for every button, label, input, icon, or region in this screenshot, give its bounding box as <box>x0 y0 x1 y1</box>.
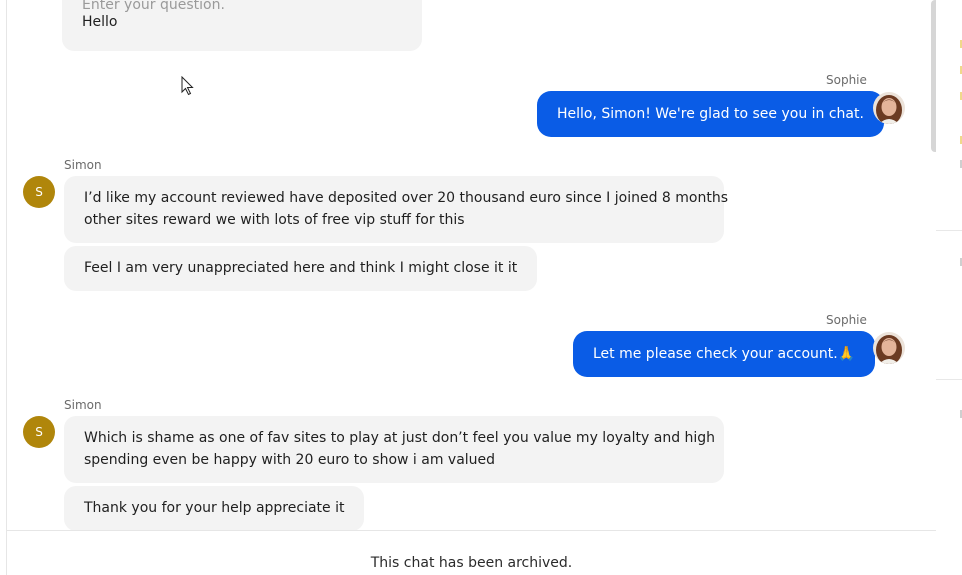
sender-name: Simon <box>64 158 102 172</box>
sender-name: Sophie <box>826 73 867 87</box>
agent-avatar <box>873 332 905 364</box>
visitor-message-bubble: Which is shame as one of fav sites to pl… <box>64 416 724 483</box>
sender-name: Sophie <box>826 313 867 327</box>
message-text: Hello <box>82 14 118 30</box>
visitor-message-bubble: Thank you for your help appreciate it <box>64 486 365 531</box>
visitor-message-bubble: Feel I am very unappreciated here and th… <box>64 246 538 291</box>
side-panel <box>936 0 962 575</box>
agent-avatar <box>873 92 905 124</box>
agent-message-bubble: Let me please check your account.🙏 <box>573 331 876 377</box>
visitor-avatar: S <box>23 416 55 448</box>
message-text: other sites reward we with lots of free … <box>84 212 465 228</box>
message-text: spending even be happy with 20 euro to s… <box>84 452 496 468</box>
sender-name: Simon <box>64 398 102 412</box>
mouse-cursor-icon <box>181 76 194 96</box>
archived-notice: This chat has been archived. <box>370 555 573 571</box>
divider <box>936 230 962 231</box>
visitor-message-bubble: Enter your question. Hello <box>62 0 422 51</box>
agent-message-bubble: Hello, Simon! We're glad to see you in c… <box>537 91 884 137</box>
visitor-avatar: S <box>23 176 55 208</box>
chat-panel: Enter your question. Hello Sophie Hello,… <box>6 0 937 575</box>
archived-footer: This chat has been archived. <box>7 530 936 575</box>
message-text: I’d like my account reviewed have deposi… <box>84 190 729 206</box>
message-text: Which is shame as one of fav sites to pl… <box>84 430 716 446</box>
visitor-message-bubble: I’d like my account reviewed have deposi… <box>64 176 729 243</box>
divider <box>936 379 962 380</box>
